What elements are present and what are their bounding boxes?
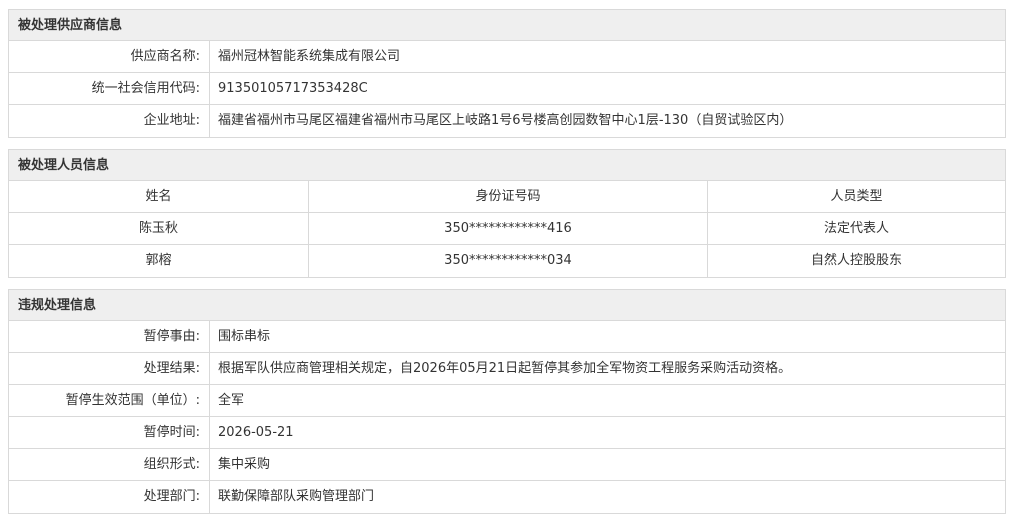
field-label: 处理部门: [9,481,210,513]
person-name: 陈玉秋 [9,213,309,244]
field-label: 暂停时间: [9,417,210,448]
field-value: 集中采购 [218,457,271,472]
info-row-suspension-reason: 暂停事由: 围标串标 [9,321,1005,353]
info-row-credit-code: 统一社会信用代码: 91350105717353428C [9,73,1005,105]
field-value: 91350105717353428C [218,81,368,96]
person-name: 郭榕 [9,245,309,277]
info-row-supplier-name: 供应商名称: 福州冠林智能系统集成有限公司 [9,41,1005,73]
field-label: 企业地址: [9,105,210,137]
field-label: 处理结果: [9,353,210,384]
section-header-violation: 违规处理信息 [9,290,1005,321]
field-label: 供应商名称: [9,41,210,72]
column-header-person-type: 人员类型 [830,189,883,204]
field-value: 2026-05-21 [218,425,294,440]
column-header-name: 姓名 [9,181,309,212]
info-row-department: 处理部门: 联勤保障部队采购管理部门 [9,481,1005,513]
field-value: 福州冠林智能系统集成有限公司 [218,49,401,64]
section-header-supplier: 被处理供应商信息 [9,10,1005,41]
column-header-id-number: 身份证号码 [309,181,708,212]
info-row-suspension-date: 暂停时间: 2026-05-21 [9,417,1005,449]
table-row: 陈玉秋 350************416 法定代表人 [9,213,1005,245]
info-row-result: 处理结果: 根据军队供应商管理相关规定，自2026年05月21日起暂停其参加全军… [9,353,1005,385]
field-label: 统一社会信用代码: [9,73,210,104]
field-value: 联勤保障部队采购管理部门 [218,489,375,504]
info-row-address: 企业地址: 福建省福州市马尾区福建省福州市马尾区上岐路1号6号楼高创园数智中心1… [9,105,1005,137]
field-value: 全军 [218,393,245,408]
field-value: 围标串标 [218,329,271,344]
person-id-number: 350************034 [309,245,708,277]
field-label: 暂停事由: [9,321,210,352]
violation-info-section: 违规处理信息 暂停事由: 围标串标 处理结果: 根据军队供应商管理相关规定，自2… [8,289,1006,514]
person-type: 法定代表人 [823,221,889,236]
field-value: 根据军队供应商管理相关规定，自2026年05月21日起暂停其参加全军物资工程服务… [218,361,792,376]
table-header-row: 姓名 身份证号码 人员类型 [9,181,1005,213]
person-id-number: 350************416 [309,213,708,244]
table-row: 郭榕 350************034 自然人控股股东 [9,245,1005,277]
section-header-personnel: 被处理人员信息 [9,150,1005,181]
personnel-info-section: 被处理人员信息 姓名 身份证号码 人员类型 陈玉秋 350***********… [8,149,1006,278]
person-type: 自然人控股股东 [810,253,902,268]
field-label: 暂停生效范围（单位）: [9,385,210,416]
field-label: 组织形式: [9,449,210,480]
field-value: 福建省福州市马尾区福建省福州市马尾区上岐路1号6号楼高创园数智中心1层-130（… [218,113,793,128]
info-row-scope: 暂停生效范围（单位）: 全军 [9,385,1005,417]
info-row-organization-form: 组织形式: 集中采购 [9,449,1005,481]
supplier-info-section: 被处理供应商信息 供应商名称: 福州冠林智能系统集成有限公司 统一社会信用代码:… [8,9,1006,138]
